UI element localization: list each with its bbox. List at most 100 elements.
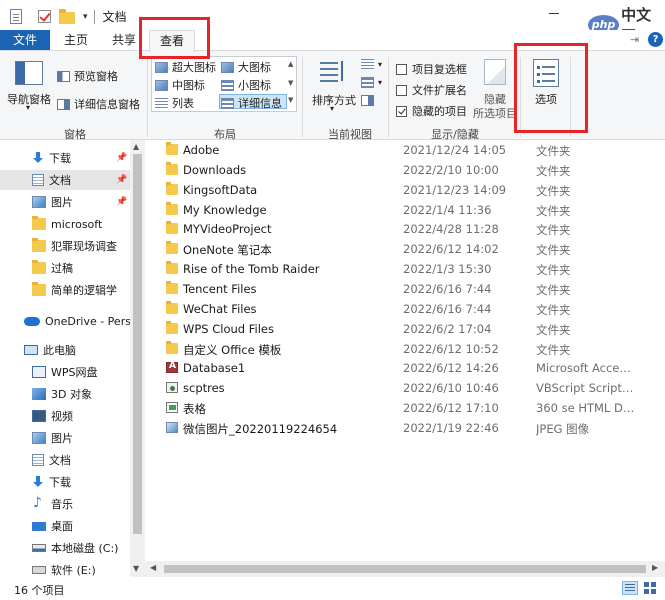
table-row[interactable]: Adobe 2021/12/24 14:05 文件夹 xyxy=(145,140,665,160)
nav-item-microsoft[interactable]: microsoft xyxy=(0,214,130,234)
scroll-down-icon[interactable]: ▼ xyxy=(133,564,139,573)
hidden-items-toggle[interactable]: 隐藏的项目 xyxy=(396,103,467,119)
layout-medium-icons[interactable]: 中图标 xyxy=(155,77,205,93)
table-row[interactable]: Tencent Files 2022/6/16 7:44 文件夹 xyxy=(145,279,665,299)
nav-item-local-disk-c[interactable]: 本地磁盘 (C:) xyxy=(0,538,130,558)
item-checkboxes-toggle[interactable]: 项目复选框 xyxy=(396,61,467,77)
sort-by-dropdown-icon[interactable]: ▾ xyxy=(330,104,334,113)
minimize-icon[interactable] xyxy=(549,13,559,14)
table-row[interactable]: OneNote 笔记本 2022/6/12 14:02 文件夹 xyxy=(145,239,665,259)
nav-item-wps-drive[interactable]: WPS网盘 xyxy=(0,362,130,382)
group-by-button[interactable]: ▾ xyxy=(361,59,382,70)
nav-item-label: 过稿 xyxy=(51,262,73,275)
hidden-items-label: 隐藏的项目 xyxy=(412,105,467,118)
table-row[interactable]: Database1 2022/6/12 14:26 Microsoft Acces.… xyxy=(145,358,665,378)
file-name: Database1 xyxy=(183,361,246,376)
table-row[interactable]: scptres 2022/6/10 10:46 VBScript Script ..… xyxy=(145,378,665,398)
sort-by-icon[interactable] xyxy=(320,59,346,85)
qat-dropdown-icon[interactable]: ▾ xyxy=(83,12,88,22)
table-row[interactable]: 表格 2022/6/12 17:10 360 se HTML Do... xyxy=(145,398,665,418)
nav-item-3d-objects[interactable]: 3D 对象 xyxy=(0,384,130,404)
table-row[interactable]: WPS Cloud Files 2022/6/2 17:04 文件夹 xyxy=(145,319,665,339)
file-name: MYVideoProject xyxy=(183,222,272,237)
nav-item-videos[interactable]: 视频 xyxy=(0,406,130,426)
nav-item-label: 视频 xyxy=(51,410,73,423)
file-name: OneNote 笔记本 xyxy=(183,243,272,258)
table-row[interactable]: MYVideoProject 2022/4/28 11:28 文件夹 xyxy=(145,219,665,239)
nav-item-documents-quick[interactable]: 文档 xyxy=(0,170,130,190)
table-row[interactable]: WeChat Files 2022/6/16 7:44 文件夹 xyxy=(145,299,665,319)
scrollbar-thumb[interactable] xyxy=(164,565,646,573)
table-row[interactable]: Downloads 2022/2/10 10:00 文件夹 xyxy=(145,160,665,180)
folder-icon xyxy=(32,260,46,274)
nav-item-label: 文档 xyxy=(49,454,71,467)
properties-icon[interactable] xyxy=(10,9,22,24)
layout-small-icons[interactable]: 小图标 xyxy=(221,77,271,93)
scroll-left-icon[interactable]: ◀ xyxy=(150,563,156,572)
layout-scroll-up-icon[interactable]: ▲ xyxy=(288,60,293,68)
nav-item-label: WPS网盘 xyxy=(51,366,98,379)
layout-extra-large-icons[interactable]: 超大图标 xyxy=(155,59,216,75)
nav-item-drive-e[interactable]: 软件 (E:) xyxy=(0,560,130,577)
add-columns-button[interactable]: ▾ xyxy=(361,77,382,88)
details-pane-button[interactable]: 详细信息窗格 xyxy=(57,96,140,112)
nav-item-downloads-quick[interactable]: 下载 xyxy=(0,148,130,168)
nav-item-documents[interactable]: 文档 xyxy=(0,450,130,470)
tab-view[interactable]: 查看 xyxy=(149,30,195,52)
tab-share[interactable]: 共享 xyxy=(112,30,136,50)
nav-item-drafts[interactable]: 过稿 xyxy=(0,258,130,278)
file-extensions-checkbox[interactable] xyxy=(396,84,407,96)
pin-icon[interactable]: 📌 xyxy=(116,175,127,185)
preview-pane-button[interactable]: 预览窗格 xyxy=(57,68,118,84)
nav-item-pictures-quick[interactable]: 图片 xyxy=(0,192,130,212)
scroll-right-icon[interactable]: ▶ xyxy=(652,563,658,572)
table-row[interactable]: KingsoftData 2021/12/23 14:09 文件夹 xyxy=(145,180,665,200)
file-list-hscrollbar[interactable]: ◀ ▶ xyxy=(145,561,665,577)
navigation-pane-icon[interactable] xyxy=(15,61,43,85)
size-columns-button[interactable] xyxy=(361,95,378,106)
nav-item-downloads[interactable]: 下载 xyxy=(0,472,130,492)
table-row[interactable]: 自定义 Office 模板 2022/6/12 10:52 文件夹 xyxy=(145,339,665,359)
nav-item-music[interactable]: 音乐 xyxy=(0,494,130,514)
nav-item-onedrive[interactable]: OneDrive - Perso xyxy=(0,311,138,331)
nav-item-desktop[interactable]: 桌面 xyxy=(0,516,130,536)
pictures-icon xyxy=(32,196,46,208)
layout-more-icon[interactable]: ▼ xyxy=(288,96,293,104)
layout-details[interactable]: 详细信息 xyxy=(221,95,282,111)
item-checkboxes-checkbox[interactable] xyxy=(396,63,407,75)
nav-pane-scrollbar[interactable]: ▲ ▼ xyxy=(130,140,145,577)
tab-home[interactable]: 主页 xyxy=(64,30,88,50)
download-icon xyxy=(32,152,44,164)
pin-icon[interactable]: 📌 xyxy=(116,197,127,207)
checkmark-icon[interactable] xyxy=(38,10,51,23)
hidden-items-checkbox[interactable] xyxy=(396,105,407,117)
nav-item-this-pc[interactable]: 此电脑 xyxy=(0,340,130,360)
pin-icon[interactable]: 📌 xyxy=(116,153,127,163)
table-row[interactable]: My Knowledge 2022/1/4 11:36 文件夹 xyxy=(145,200,665,220)
nav-item-pictures[interactable]: 图片 xyxy=(0,428,130,448)
scrollbar-thumb[interactable] xyxy=(133,154,142,534)
layout-list[interactable]: 列表 xyxy=(155,95,194,111)
expand-ribbon-icon[interactable]: ⇥ xyxy=(630,33,639,46)
this-pc-icon xyxy=(24,345,38,355)
nav-item-crime-scene[interactable]: 犯罪现场调查 xyxy=(0,236,130,256)
tab-file[interactable]: 文件 xyxy=(0,30,50,50)
music-icon xyxy=(32,495,46,511)
large-icons-view-icon[interactable] xyxy=(643,581,657,595)
layout-large-icons[interactable]: 大图标 xyxy=(221,59,271,75)
preview-pane-label: 预览窗格 xyxy=(74,70,118,83)
download-icon xyxy=(32,476,44,488)
layout-scroll-down-icon[interactable]: ▼ xyxy=(288,79,293,87)
file-extensions-toggle[interactable]: 文件扩展名 xyxy=(396,82,467,98)
new-folder-icon[interactable] xyxy=(59,9,75,24)
hide-selected-label-2[interactable]: 所选项目 xyxy=(473,105,517,121)
highlight-box-options xyxy=(514,43,588,133)
navigation-pane-dropdown-icon[interactable]: ▾ xyxy=(26,103,30,112)
table-row[interactable]: Rise of the Tomb Raider 2022/1/3 15:30 文件夹 xyxy=(145,259,665,279)
details-view-icon[interactable] xyxy=(622,581,638,595)
scroll-up-icon[interactable]: ▲ xyxy=(133,142,139,151)
nav-item-logic[interactable]: 简单的逻辑学 xyxy=(0,280,130,300)
help-icon[interactable]: ? xyxy=(648,32,663,47)
table-row[interactable]: 微信图片_20220119224654 2022/1/19 22:46 JPEG 图… xyxy=(145,418,665,438)
hide-selected-icon[interactable] xyxy=(484,59,506,85)
